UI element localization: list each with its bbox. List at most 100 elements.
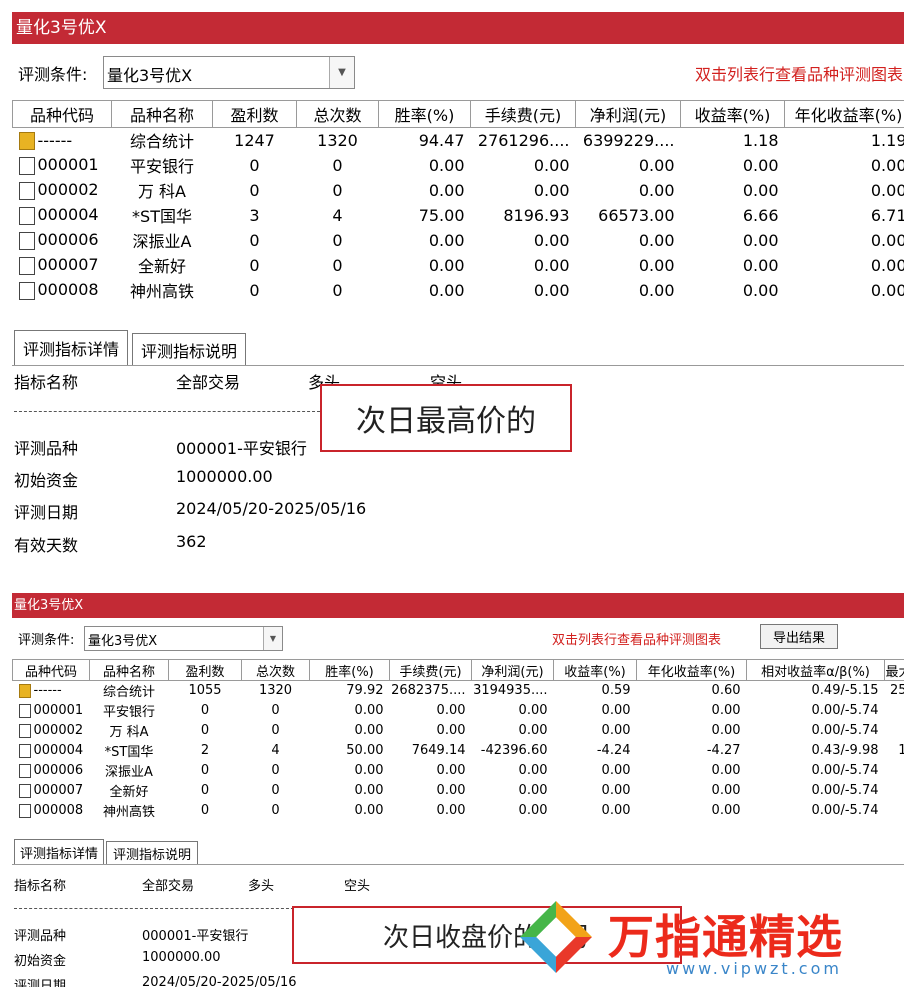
row-annual: 0.00 — [711, 803, 741, 818]
row-total: 0 — [271, 703, 280, 718]
document-icon — [18, 703, 31, 718]
row-profit: 0.00 — [638, 280, 675, 300]
row-total: 4 — [271, 743, 280, 758]
row-win: 1247 — [234, 130, 275, 150]
column-header[interactable]: 品种代码 — [12, 659, 90, 681]
column-header[interactable]: 净利润(元) — [471, 659, 554, 681]
row-profit: 0.00 — [638, 155, 675, 175]
detail-value: 2024/05/20-2025/05/16 — [142, 975, 297, 987]
column-header[interactable]: 收益率(%) — [553, 659, 637, 681]
column-header[interactable]: 收益率(%) — [680, 100, 785, 128]
row-rel: 0.00/-5.74 — [811, 803, 879, 818]
document-icon — [18, 156, 35, 175]
row-code: ------ — [37, 130, 73, 150]
row-fee: 2682375.... — [391, 683, 466, 699]
row-max: 1 — [898, 743, 904, 758]
column-header[interactable]: 品种名称 — [89, 659, 169, 681]
table-row[interactable]: 000001 平安银行 0 0 0.00 0.00 0.00 0.00 0.00 0.00/-5.… — [13, 701, 904, 721]
row-code: 000008 — [37, 280, 99, 300]
tab-indicator-description[interactable]: 评测指标说明 — [106, 841, 198, 864]
column-header[interactable]: 盈利数 — [212, 100, 297, 128]
document-icon — [18, 723, 31, 738]
table-row[interactable]: 000008 神州高铁 0 0 0.00 0.00 0.00 0.00 0.00 0.00/-5.… — [13, 801, 904, 821]
row-rel: 0.49/-5.15 — [811, 683, 879, 699]
table-row[interactable]: 000004 *ST国华 3 4 75.00 8196.93 66573.00 6.66 6.7… — [13, 203, 904, 228]
table-row[interactable]: 000006 深振业A 0 0 0.00 0.00 0.00 0.00 0.00 — [13, 228, 904, 253]
export-results-button[interactable]: 导出结果 — [760, 624, 838, 649]
column-header[interactable]: 品种代码 — [12, 100, 112, 128]
row-win: 0 — [200, 723, 210, 738]
table-row[interactable]: 000006 深振业A 0 0 0.00 0.00 0.00 0.00 0.00 0.00/-5.… — [13, 761, 904, 781]
top-condition-bar: 评测条件: 量化3号优X ▼ 双击列表行查看品种评测图表 — [12, 44, 904, 100]
row-total: 1320 — [317, 130, 358, 150]
row-ret: 0.00 — [742, 155, 779, 175]
document-icon — [18, 181, 35, 200]
top-condition-select[interactable]: 量化3号优X ▼ — [103, 56, 355, 89]
row-name: 深振业A — [105, 765, 153, 780]
column-header[interactable]: 年化收益率(%) — [784, 100, 904, 128]
column-header[interactable]: 总次数 — [241, 659, 310, 681]
top-condition-label: 评测条件: — [18, 65, 88, 84]
row-code-cell: ------ — [13, 681, 90, 701]
row-name: 深振业A — [132, 232, 192, 251]
tab-indicator-description[interactable]: 评测指标说明 — [132, 333, 246, 365]
table-row[interactable]: 000007 全新好 0 0 0.00 0.00 0.00 0.00 0.00 0.00/-5.7… — [13, 781, 904, 801]
row-ret: 0.00 — [742, 255, 779, 275]
column-header[interactable]: 胜率(%) — [378, 100, 471, 128]
detail-label: 有效天数 — [14, 536, 79, 555]
row-ret: 6.66 — [742, 205, 779, 225]
row-fee: 0.00 — [436, 723, 466, 738]
column-header[interactable]: 最大 — [884, 659, 904, 681]
table-row[interactable]: ------ 综合统计 1055 1320 79.92 2682375.... 319493… — [13, 681, 904, 701]
row-name: *ST国华 — [132, 207, 192, 226]
row-code-cell: 000006 — [13, 228, 112, 253]
bottom-condition-select[interactable]: 量化3号优X ▼ — [84, 626, 283, 651]
row-fee: 7649.14 — [411, 743, 466, 758]
row-rate: 0.00 — [354, 723, 384, 738]
bottom-results-table: 品种代码 品种名称 盈利数 总次数 胜率(%) 手续费(元) 净利润(元) 收益… — [12, 659, 904, 821]
table-row[interactable]: 000007 全新好 0 0 0.00 0.00 0.00 0.00 0.00 — [13, 253, 904, 278]
row-win: 0 — [200, 703, 210, 718]
row-rel: 0.43/-9.98 — [811, 743, 879, 758]
table-row[interactable]: ------ 综合统计 1247 1320 94.47 2761296.... 639922… — [13, 128, 904, 153]
table-row[interactable]: 000002 万 科A 0 0 0.00 0.00 0.00 0.00 0.00 — [13, 178, 904, 203]
row-code: 000006 — [37, 230, 99, 250]
row-win: 1055 — [188, 683, 222, 699]
bottom-hint-text: 双击列表行查看品种评测图表 — [552, 633, 722, 648]
column-header[interactable]: 总次数 — [296, 100, 379, 128]
top-condition-value: 量化3号优X — [107, 66, 193, 85]
row-fee: 0.00 — [436, 803, 466, 818]
row-name: 平安银行 — [129, 157, 194, 176]
column-header[interactable]: 手续费(元) — [470, 100, 576, 128]
bottom-table-header: 品种代码 品种名称 盈利数 总次数 胜率(%) 手续费(元) 净利润(元) 收益… — [12, 659, 904, 681]
row-name: 万 科A — [109, 725, 149, 740]
tab-divider — [12, 864, 904, 865]
tab-indicator-details[interactable]: 评测指标详情 — [14, 330, 128, 365]
row-annual: 1.19 — [870, 130, 904, 150]
row-name: 神州高铁 — [129, 282, 194, 301]
column-header[interactable]: 盈利数 — [168, 659, 242, 681]
row-max — [885, 701, 904, 721]
column-header[interactable]: 年化收益率(%) — [636, 659, 747, 681]
table-row[interactable]: 000004 *ST国华 2 4 50.00 7649.14 -42396.60 -4.24 -… — [13, 741, 904, 761]
chevron-down-icon[interactable]: ▼ — [329, 57, 354, 88]
column-header[interactable]: 相对收益率α/β(%) — [746, 659, 885, 681]
table-row[interactable]: 000008 神州高铁 0 0 0.00 0.00 0.00 0.00 0.00 — [13, 278, 904, 303]
row-max — [885, 761, 904, 781]
table-row[interactable]: 000002 万 科A 0 0 0.00 0.00 0.00 0.00 0.00 0.00/-5.… — [13, 721, 904, 741]
tab-indicator-details[interactable]: 评测指标详情 — [14, 839, 104, 864]
row-fee: 0.00 — [533, 255, 570, 275]
row-rate: 0.00 — [428, 255, 465, 275]
column-header[interactable]: 净利润(元) — [575, 100, 681, 128]
column-header[interactable]: 胜率(%) — [309, 659, 390, 681]
detail-label: 评测品种 — [14, 439, 79, 458]
row-name: 综合统计 — [129, 132, 194, 152]
document-icon — [18, 256, 35, 275]
row-code-cell: 000002 — [13, 721, 90, 741]
bottom-table-body: ------ 综合统计 1055 1320 79.92 2682375.... 319493… — [13, 681, 904, 821]
column-header[interactable]: 手续费(元) — [389, 659, 472, 681]
chevron-down-icon[interactable]: ▼ — [263, 627, 282, 650]
table-row[interactable]: 000001 平安银行 0 0 0.00 0.00 0.00 0.00 0.00 — [13, 153, 904, 178]
column-header[interactable]: 品种名称 — [111, 100, 213, 128]
detail-header: 指标名称 — [14, 879, 67, 894]
